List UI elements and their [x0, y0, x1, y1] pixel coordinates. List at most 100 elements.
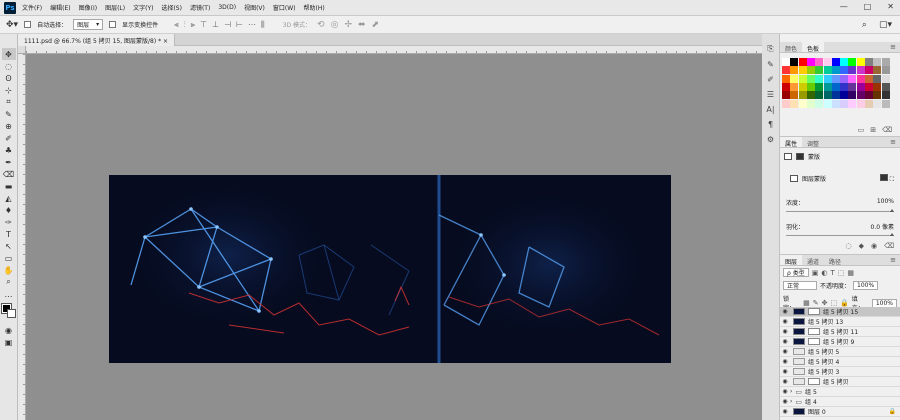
- ruler-corner[interactable]: [18, 46, 26, 54]
- tab-paths[interactable]: 路径: [824, 255, 846, 266]
- eye-icon[interactable]: ◉: [780, 358, 790, 365]
- swatch[interactable]: [823, 58, 832, 66]
- vector-mask-icon[interactable]: [796, 153, 804, 160]
- eye-icon[interactable]: ◉: [780, 388, 790, 395]
- 3d-drag-icon[interactable]: ✢: [344, 20, 352, 30]
- menu-layer[interactable]: 图层(L): [105, 3, 125, 12]
- swatch[interactable]: [782, 74, 790, 83]
- swatch[interactable]: [782, 91, 790, 100]
- brush-settings-icon[interactable]: ✎: [767, 60, 774, 69]
- move-tool-icon[interactable]: ✥: [1, 48, 16, 60]
- swatch[interactable]: [815, 58, 824, 66]
- paragraph-icon[interactable]: ¶: [768, 120, 773, 129]
- layer-filter-dropdown[interactable]: ρ 类型: [783, 268, 809, 277]
- filter-shape-icon[interactable]: ⬚: [838, 269, 845, 277]
- swatch[interactable]: [856, 99, 865, 108]
- swatch[interactable]: [815, 82, 824, 91]
- swatch[interactable]: [790, 58, 799, 66]
- move-tool-icon[interactable]: ✥▾: [6, 20, 18, 30]
- layer-row[interactable]: ◉ 组 5 拷贝: [780, 377, 900, 387]
- dodge-tool-icon[interactable]: ♦: [2, 204, 16, 216]
- menu-view[interactable]: 视图(V): [244, 3, 265, 12]
- menu-window[interactable]: 窗口(W): [273, 3, 296, 12]
- close-icon[interactable]: ×: [163, 38, 168, 45]
- brush-tool-icon[interactable]: ✐: [2, 132, 16, 144]
- align-hcenter-icon[interactable]: ⫶: [184, 20, 186, 30]
- rectangle-tool-icon[interactable]: ▭: [2, 252, 16, 264]
- eye-icon[interactable]: ◉: [780, 308, 790, 315]
- swatch[interactable]: [806, 58, 815, 66]
- 3d-slide-icon[interactable]: ⬌: [358, 20, 366, 30]
- layer-row[interactable]: ◉ 组 5 拷贝 11: [780, 327, 900, 337]
- auto-align-icon[interactable]: ⫼: [261, 20, 265, 30]
- gradient-tool-icon[interactable]: ▬: [2, 180, 16, 192]
- path-select-tool-icon[interactable]: ↖: [2, 240, 16, 252]
- swatch[interactable]: [881, 58, 890, 66]
- layer-mask-thumbnail[interactable]: [808, 378, 820, 385]
- auto-select-checkbox[interactable]: [24, 21, 32, 28]
- swatch[interactable]: [840, 82, 849, 91]
- swatch[interactable]: [823, 91, 832, 100]
- menu-type[interactable]: 文字(Y): [133, 3, 153, 12]
- chevron-right-icon[interactable]: ›: [790, 388, 792, 395]
- horizontal-ruler[interactable]: [26, 46, 762, 54]
- layer-thumbnail[interactable]: [793, 308, 805, 315]
- color-swatches[interactable]: [0, 303, 16, 318]
- delete-icon[interactable]: ⌫: [884, 242, 894, 250]
- swatch[interactable]: [840, 91, 849, 100]
- healing-tool-icon[interactable]: ⊕: [2, 120, 16, 132]
- swatch[interactable]: [873, 66, 882, 75]
- quick-select-tool-icon[interactable]: ⊹: [2, 84, 16, 96]
- auto-select-dropdown[interactable]: 图层 ▾: [73, 19, 104, 30]
- lock-all-icon[interactable]: 🔒: [840, 299, 849, 307]
- 3d-rotate-icon[interactable]: ⟲: [317, 20, 325, 30]
- menu-help[interactable]: 帮助(H): [304, 3, 325, 12]
- filter-pixel-icon[interactable]: ▣: [812, 269, 819, 277]
- swatch[interactable]: [831, 58, 840, 66]
- layer-row[interactable]: ◉ › ▭ 组 5: [780, 387, 900, 397]
- swatch[interactable]: [856, 66, 865, 75]
- close-button[interactable]: ✕: [887, 2, 894, 11]
- align-top-icon[interactable]: ⊤: [200, 20, 207, 30]
- eye-icon[interactable]: ◉: [780, 328, 790, 335]
- swatch[interactable]: [798, 58, 807, 66]
- vertical-ruler[interactable]: [18, 54, 26, 420]
- layer-thumbnail[interactable]: [793, 408, 805, 415]
- menu-3d[interactable]: 3D(D): [218, 4, 236, 11]
- layer-row[interactable]: ◉ 图层 0 🔒: [780, 407, 900, 417]
- swatch[interactable]: [815, 74, 824, 83]
- swatch[interactable]: [798, 74, 807, 83]
- swatch[interactable]: [873, 99, 882, 108]
- 3d-roll-icon[interactable]: ◎: [331, 20, 339, 30]
- layer-mask-thumbnail[interactable]: [808, 338, 820, 345]
- eye-icon[interactable]: ◉: [780, 338, 790, 345]
- swatch[interactable]: [831, 74, 840, 83]
- history-icon[interactable]: ⎘: [767, 44, 773, 54]
- visibility-icon[interactable]: ◉: [871, 242, 877, 250]
- swatch[interactable]: [840, 99, 849, 108]
- swatch[interactable]: [782, 99, 790, 108]
- eraser-tool-icon[interactable]: ⌫: [2, 168, 16, 180]
- swatch[interactable]: [806, 99, 815, 108]
- filter-type-icon[interactable]: T: [830, 269, 834, 277]
- swatch[interactable]: [865, 82, 873, 91]
- swatch[interactable]: [856, 74, 865, 83]
- swatch[interactable]: [806, 82, 815, 91]
- lock-artboard-icon[interactable]: ⬚: [830, 299, 837, 307]
- panel-menu-icon[interactable]: ≡: [890, 256, 896, 264]
- layer-thumbnail[interactable]: [793, 348, 805, 355]
- align-left-icon[interactable]: ⫷: [174, 20, 179, 30]
- swatch[interactable]: [848, 66, 857, 75]
- swatch[interactable]: [840, 66, 849, 75]
- swatch[interactable]: [806, 91, 815, 100]
- swatch[interactable]: [782, 66, 790, 75]
- swatch[interactable]: [873, 58, 882, 66]
- lock-position-icon[interactable]: ✥: [822, 299, 828, 307]
- swatch[interactable]: [806, 66, 815, 75]
- swatch[interactable]: [782, 58, 790, 66]
- swatch[interactable]: [798, 99, 807, 108]
- select-pixel-mask-icon[interactable]: [879, 173, 888, 181]
- lock-pixels-icon[interactable]: ▦: [803, 299, 810, 307]
- tab-color[interactable]: 颜色: [780, 42, 802, 53]
- hand-tool-icon[interactable]: ✋: [2, 264, 16, 276]
